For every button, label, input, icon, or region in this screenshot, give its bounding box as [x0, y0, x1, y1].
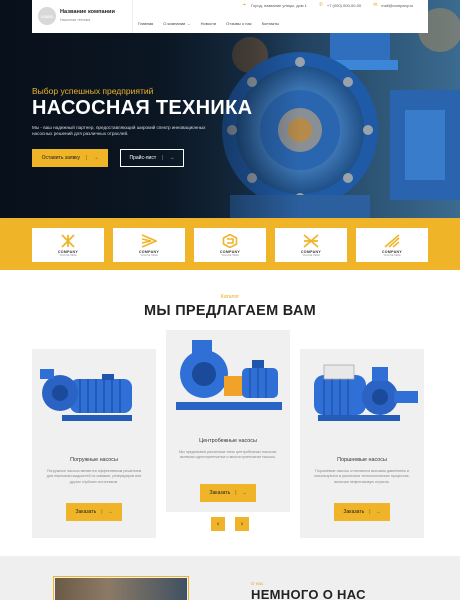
address-contact: ⌖ Город, название улицы, дом 1 [243, 2, 307, 9]
card-title: Погружные насосы [70, 457, 118, 463]
arrow-right-icon: → [107, 509, 113, 515]
price-list-button-label: Прайс-лист [129, 155, 157, 161]
arrow-right-icon: → [93, 155, 99, 161]
order-button[interactable]: Оставить заявку | → [32, 149, 108, 167]
catalog-card-piston[interactable]: Поршневые насосы Поршневые насосы отлича… [300, 349, 424, 538]
arrow-right-icon: → [375, 509, 381, 515]
company-name: Название компании [60, 9, 115, 15]
price-list-button[interactable]: Прайс-лист | → [120, 149, 184, 167]
partner-mark-icon [303, 233, 319, 248]
partner-mark-icon [61, 233, 75, 248]
location-pin-icon: ⌖ [243, 2, 246, 8]
centrifugal-pump-image [166, 330, 290, 422]
email-text[interactable]: mail@company.ru [381, 3, 413, 8]
header-divider [132, 0, 133, 33]
partner-tagline: TAGLINE HERE [59, 253, 77, 257]
about-image [55, 578, 187, 600]
button-separator: | [101, 509, 103, 515]
button-separator: | [86, 155, 88, 161]
phone-contact[interactable]: ✆ +7 (000) 000-00-00 [318, 2, 361, 9]
partner-tagline: TAGLINE HERE [140, 253, 158, 257]
catalog-card-centrifugal[interactable]: Центробежные насосы Мы предлагаем различ… [166, 330, 290, 512]
slider-prev-button[interactable]: ‹ [211, 517, 225, 531]
slider-next-button[interactable]: › [235, 517, 249, 531]
button-separator: | [235, 490, 237, 496]
card-title: Поршневые насосы [337, 457, 387, 463]
header-contacts: ⌖ Город, название улицы, дом 1 ✆ +7 (000… [243, 2, 413, 9]
card-description: Мы предлагаем различные типы центробежны… [178, 450, 278, 460]
mail-icon: ✉ [373, 2, 378, 8]
site-header: LOGO Название компании Насосная техника … [32, 0, 428, 33]
order-card-button-label: Заказать [209, 490, 231, 496]
catalog-card-submersible[interactable]: Погружные насосы Погружные насосы являют… [32, 349, 156, 538]
company-logo[interactable]: LOGO [38, 7, 56, 25]
about-title: НЕМНОГО О НАС [251, 587, 366, 600]
catalog-kicker: Каталог [220, 294, 240, 300]
company-subtitle: Насосная техника [60, 18, 91, 22]
chevron-left-icon: ‹ [216, 520, 220, 528]
order-card-button-label: Заказать [343, 509, 365, 515]
arrow-right-icon: → [169, 155, 175, 161]
button-separator: | [369, 509, 371, 515]
main-nav: Главная О компании ⌄ Новости Отзывы о нас… [138, 21, 279, 26]
nav-item-home[interactable]: Главная [138, 21, 153, 26]
nav-item-about-label: О компании [163, 21, 186, 26]
phone-text[interactable]: +7 (000) 000-00-00 [327, 3, 361, 8]
chevron-down-icon: ⌄ [187, 21, 191, 26]
partner-tagline: TAGLINE HERE [383, 253, 401, 257]
order-card-button[interactable]: Заказать | → [334, 503, 390, 521]
partner-logo-card[interactable]: COMPANY TAGLINE HERE [194, 228, 266, 262]
partner-logos-strip: COMPANY TAGLINE HERE COMPANY TAGLINE HER… [0, 218, 460, 270]
partner-tagline: TAGLINE HERE [302, 253, 320, 257]
hero-kicker: Выбор успешных предприятий [32, 86, 154, 96]
phone-icon: ✆ [318, 2, 324, 8]
partner-logo-card[interactable]: COMPANY TAGLINE HERE [113, 228, 185, 262]
card-description: Погружные насосы являются эффективным ре… [46, 469, 142, 484]
address-text: Город, название улицы, дом 1 [251, 3, 307, 8]
card-title: Центробежные насосы [199, 438, 257, 444]
nav-item-contacts[interactable]: Контакты [262, 21, 279, 26]
nav-item-about[interactable]: О компании ⌄ [163, 21, 190, 26]
nav-item-reviews[interactable]: Отзывы о нас [226, 21, 252, 26]
piston-pump-image [300, 349, 424, 439]
about-kicker: О нас [251, 581, 264, 586]
partner-mark-icon [141, 233, 157, 248]
order-card-button-label: Заказать [75, 509, 97, 515]
arrow-right-icon: → [241, 490, 247, 496]
nav-item-news[interactable]: Новости [201, 21, 216, 26]
catalog-title: МЫ ПРЕДЛАГАЕМ ВАМ [144, 303, 316, 319]
partner-tagline: TAGLINE HERE [221, 253, 239, 257]
partner-logo-card[interactable]: COMPANY TAGLINE HERE [32, 228, 104, 262]
order-card-button[interactable]: Заказать | → [66, 503, 122, 521]
hero-title: НАСОСНАЯ ТЕХНИКА [32, 97, 253, 119]
partner-mark-icon [222, 233, 238, 248]
partner-logo-card[interactable]: COMPANY TAGLINE HERE [275, 228, 347, 262]
partner-mark-icon [384, 233, 400, 248]
order-button-label: Оставить заявку [41, 155, 80, 161]
chevron-right-icon: › [240, 520, 244, 528]
order-card-button[interactable]: Заказать | → [200, 484, 256, 502]
submersible-pump-image [32, 349, 156, 439]
hero-description: Мы - ваш надежный партнер, предоставляющ… [32, 125, 206, 137]
card-description: Поршневые насосы отличаются высоким давл… [314, 469, 410, 484]
email-contact[interactable]: ✉ mail@company.ru [373, 2, 413, 9]
partner-logo-card[interactable]: COMPANY TAGLINE HERE [356, 228, 428, 262]
button-separator: | [162, 155, 164, 161]
